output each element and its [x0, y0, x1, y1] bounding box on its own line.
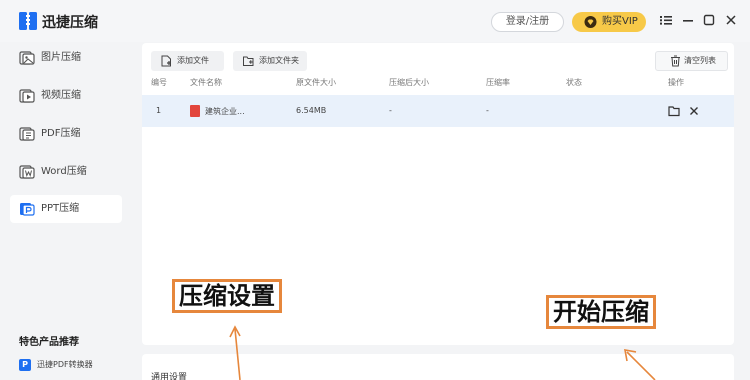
row-file-name: 建筑企业... — [205, 107, 245, 116]
add-folder-icon — [243, 56, 254, 66]
ppt-icon — [20, 203, 35, 216]
close-icon[interactable] — [724, 13, 738, 27]
title-bar: 迅捷压缩 登录/注册 购买VIP — [0, 0, 750, 42]
clear-list-button[interactable]: 清空列表 — [655, 51, 728, 71]
add-file-icon — [161, 55, 171, 67]
sidebar-item-word-compress[interactable]: Word压缩 — [10, 158, 122, 186]
row-index: 1 — [156, 106, 162, 115]
sidebar-item-ppt-compress[interactable]: PPT压缩 — [10, 195, 122, 223]
row-original-size: 6.54MB — [296, 106, 327, 115]
delete-row-icon[interactable] — [687, 104, 701, 118]
general-settings-panel: 通用设置 — [142, 354, 734, 380]
annotation-compress-settings: 压缩设置 — [172, 279, 282, 313]
add-folder-button[interactable]: 添加文件夹 — [233, 51, 307, 71]
annotation-compress-settings-label: 压缩设置 — [175, 282, 279, 310]
trash-icon — [671, 55, 680, 67]
buy-vip-label: 购买VIP — [602, 16, 638, 27]
diamond-icon — [584, 16, 597, 28]
file-type-icon — [190, 105, 200, 117]
column-header-ratio: 压缩率 — [486, 78, 510, 87]
maximize-icon[interactable] — [702, 13, 716, 27]
featured-products-title: 特色产品推荐 — [19, 337, 79, 348]
open-folder-icon[interactable] — [667, 104, 681, 118]
sidebar: 图片压缩 视频压缩 PDF压缩 Word压缩 PPT压缩 特色产品推荐 P 迅捷… — [0, 42, 140, 380]
column-header-original-size: 原文件大小 — [296, 78, 336, 87]
sidebar-item-video-compress[interactable]: 视频压缩 — [10, 82, 122, 110]
column-header-name: 文件名称 — [190, 78, 222, 87]
add-folder-label: 添加文件夹 — [259, 56, 299, 65]
login-register-button[interactable]: 登录/注册 — [491, 12, 564, 32]
app-logo-icon — [19, 12, 37, 30]
table-row[interactable]: 1 建筑企业... 6.54MB - - — [142, 95, 734, 127]
sidebar-item-image-compress[interactable]: 图片压缩 — [10, 44, 122, 72]
column-header-actions: 操作 — [668, 78, 684, 87]
annotation-start-compress: 开始压缩 — [546, 295, 656, 329]
minimize-icon[interactable] — [681, 13, 695, 27]
sidebar-item-label: 图片压缩 — [41, 52, 81, 63]
general-settings-title: 通用设置 — [151, 373, 188, 380]
column-header-index: 编号 — [151, 78, 167, 87]
buy-vip-button[interactable]: 购买VIP — [572, 12, 646, 32]
annotation-start-compress-label: 开始压缩 — [549, 298, 653, 326]
row-ratio: - — [486, 106, 489, 115]
menu-icon[interactable] — [659, 13, 673, 27]
sidebar-item-label: 视频压缩 — [41, 90, 81, 101]
pdf-converter-icon: P — [19, 359, 31, 371]
sidebar-item-label: PPT压缩 — [41, 203, 80, 214]
clear-list-label: 清空列表 — [684, 56, 716, 65]
table-header: 编号 文件名称 原文件大小 压缩后大小 压缩率 状态 操作 — [142, 77, 734, 93]
sidebar-item-label: PDF压缩 — [41, 128, 81, 139]
add-file-label: 添加文件 — [177, 56, 209, 65]
row-compressed-size: - — [389, 106, 392, 115]
image-icon — [19, 51, 35, 65]
word-icon — [19, 165, 35, 179]
featured-item-label: 迅捷PDF转换器 — [37, 360, 93, 369]
add-file-button[interactable]: 添加文件 — [151, 51, 224, 71]
pdf-icon — [19, 127, 35, 141]
sidebar-item-pdf-compress[interactable]: PDF压缩 — [10, 120, 122, 148]
sidebar-item-label: Word压缩 — [41, 166, 87, 177]
column-header-status: 状态 — [566, 78, 582, 87]
video-icon — [19, 89, 35, 103]
app-title: 迅捷压缩 — [42, 15, 98, 31]
featured-item-pdf-converter[interactable]: P 迅捷PDF转换器 — [19, 358, 93, 372]
column-header-compressed-size: 压缩后大小 — [389, 78, 429, 87]
